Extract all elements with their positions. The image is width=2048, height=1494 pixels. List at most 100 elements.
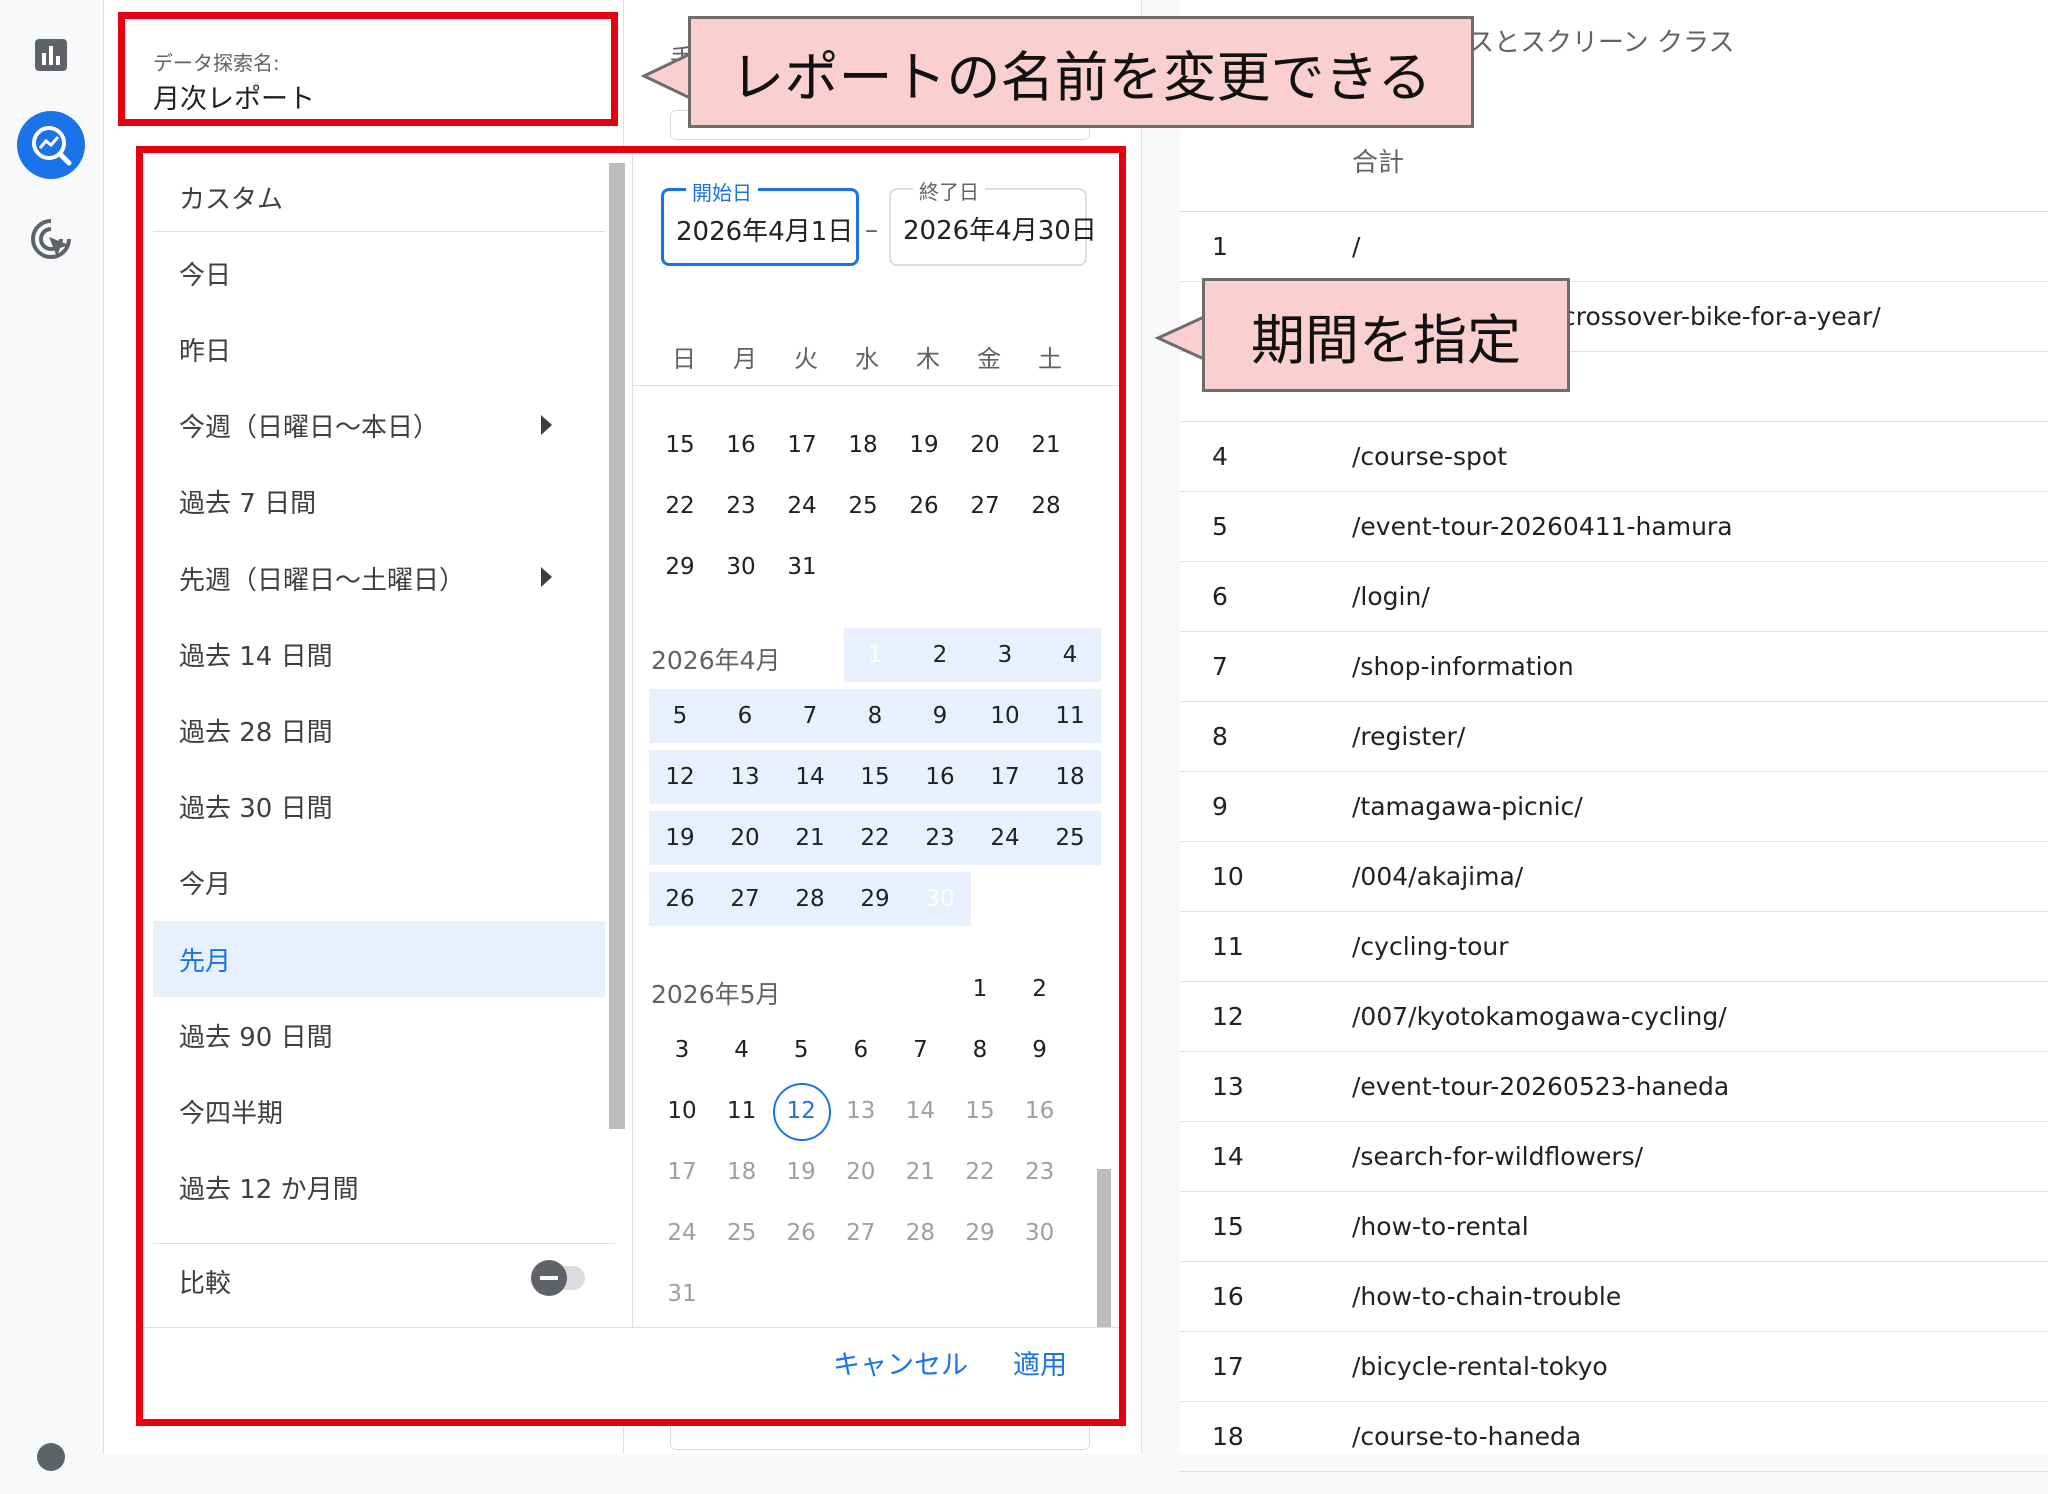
calendar-day[interactable]: 12	[772, 1083, 832, 1141]
calendar-day[interactable]: 28	[1017, 478, 1075, 534]
calendar-day[interactable]: 16	[712, 417, 770, 473]
table-row[interactable]: 17/bicycle-rental-tokyo	[1180, 1332, 2048, 1402]
calendar-day[interactable]: 24	[976, 810, 1034, 866]
preset-item[interactable]: 今月	[153, 845, 605, 921]
preset-item[interactable]: 先月	[153, 921, 605, 997]
calendar-day[interactable]: 25	[1041, 810, 1099, 866]
calendar-day[interactable]: 6	[832, 1022, 890, 1078]
table-row[interactable]: 12/007/kyotokamogawa-cycling/	[1180, 982, 2048, 1052]
calendar-day[interactable]: 27	[956, 478, 1014, 534]
calendar-day[interactable]: 12	[651, 749, 709, 805]
preset-item[interactable]: 今日	[153, 235, 605, 311]
preset-item[interactable]: 今四半期	[153, 1073, 605, 1149]
explore-icon[interactable]	[14, 108, 88, 182]
calendar-day[interactable]: 16	[911, 749, 969, 805]
table-row[interactable]: 15/how-to-rental	[1180, 1192, 2048, 1262]
calendar-day[interactable]: 4	[713, 1022, 771, 1078]
table-row[interactable]: 13/event-tour-20260523-haneda	[1180, 1052, 2048, 1122]
calendar-day[interactable]: 9	[1011, 1022, 1069, 1078]
calendar-day[interactable]: 26	[895, 478, 953, 534]
calendar-day[interactable]: 15	[846, 749, 904, 805]
calendar-day[interactable]: 29	[846, 871, 904, 927]
calendar-day[interactable]: 2	[911, 627, 969, 683]
table-row[interactable]: 6/login/	[1180, 562, 2048, 632]
calendar-day[interactable]: 25	[834, 478, 892, 534]
calendar-day[interactable]: 17	[976, 749, 1034, 805]
calendar-day[interactable]: 23	[712, 478, 770, 534]
calendar-day[interactable]: 7	[891, 1022, 949, 1078]
calendar-day[interactable]: 5	[651, 688, 709, 744]
calendar-day[interactable]: 27	[716, 871, 774, 927]
preset-item[interactable]: 過去 90 日間	[153, 997, 605, 1073]
preset-item[interactable]: 先週（日曜日〜土曜日）	[153, 540, 605, 616]
table-row[interactable]: 11/cycling-tour	[1180, 912, 2048, 982]
calendar-day[interactable]: 17	[773, 417, 831, 473]
table-row[interactable]: 16/how-to-chain-trouble	[1180, 1262, 2048, 1332]
calendar-scrollbar[interactable]	[1097, 1169, 1111, 1327]
calendar-day[interactable]: 31	[773, 539, 831, 595]
calendar-day[interactable]: 22	[651, 478, 709, 534]
calendar-day[interactable]: 5	[772, 1022, 830, 1078]
calendar-day[interactable]: 2	[1011, 961, 1069, 1017]
calendar-day[interactable]: 28	[781, 871, 839, 927]
table-row[interactable]: 18/course-to-haneda	[1180, 1402, 2048, 1472]
calendar-day[interactable]: 8	[951, 1022, 1009, 1078]
calendar-day[interactable]: 10	[976, 688, 1034, 744]
preset-item[interactable]: 過去 28 日間	[153, 692, 605, 768]
preset-item[interactable]: 昨日	[153, 311, 605, 387]
table-row[interactable]: 14/search-for-wildflowers/	[1180, 1122, 2048, 1192]
calendar-day[interactable]: 4	[1041, 627, 1099, 683]
calendar-day[interactable]: 30	[712, 539, 770, 595]
calendar-day[interactable]: 14	[781, 749, 839, 805]
calendar-day[interactable]: 6	[716, 688, 774, 744]
calendar-day[interactable]: 30	[911, 870, 969, 928]
calendar-day[interactable]: 15	[651, 417, 709, 473]
calendar-day[interactable]: 7	[781, 688, 839, 744]
preset-item[interactable]: 過去 30 日間	[153, 769, 605, 845]
calendar-day[interactable]: 10	[653, 1083, 711, 1139]
table-row[interactable]: 5/event-tour-20260411-hamura	[1180, 492, 2048, 562]
apply-button[interactable]: 適用	[1013, 1343, 1067, 1382]
calendar-day[interactable]: 20	[956, 417, 1014, 473]
cancel-button[interactable]: キャンセル	[833, 1343, 968, 1382]
table-row[interactable]: 8/register/	[1180, 702, 2048, 772]
calendar-day[interactable]: 8	[846, 688, 904, 744]
table-row[interactable]: 7/shop-information	[1180, 632, 2048, 702]
bar-chart-icon[interactable]	[14, 18, 88, 92]
calendar-day[interactable]: 23	[911, 810, 969, 866]
table-row[interactable]: 1 /	[1180, 212, 2048, 282]
calendar-day[interactable]: 13	[716, 749, 774, 805]
calendar-day[interactable]: 21	[781, 810, 839, 866]
calendar-day[interactable]: 11	[713, 1083, 771, 1139]
exploration-name-value[interactable]: 月次レポート	[153, 77, 315, 116]
preset-item[interactable]: 過去 14 日間	[153, 616, 605, 692]
calendar-day[interactable]: 20	[716, 810, 774, 866]
calendar-day[interactable]: 1	[951, 961, 1009, 1017]
calendar-day[interactable]: 29	[651, 539, 709, 595]
preset-item[interactable]: カスタム	[153, 159, 605, 235]
calendar-day[interactable]: 21	[1017, 417, 1075, 473]
table-row[interactable]: 9/tamagawa-picnic/	[1180, 772, 2048, 842]
calendar-day[interactable]: 18	[834, 417, 892, 473]
calendar-day[interactable]: 3	[653, 1022, 711, 1078]
exploration-name-field[interactable]: データ探索名: 月次レポート	[118, 12, 618, 126]
gear-icon[interactable]	[14, 1420, 88, 1494]
advertising-icon[interactable]	[14, 202, 88, 276]
calendar-day[interactable]: 18	[1041, 749, 1099, 805]
table-row[interactable]: 4/course-spot	[1180, 422, 2048, 492]
table-row[interactable]: 10/004/akajima/	[1180, 842, 2048, 912]
compare-toggle[interactable]	[531, 1260, 585, 1296]
preset-item[interactable]: 今週（日曜日〜本日）	[153, 388, 605, 464]
preset-scrollbar[interactable]	[609, 163, 625, 1129]
calendar-day[interactable]: 24	[773, 478, 831, 534]
calendar-day[interactable]: 1	[846, 626, 904, 684]
calendar-day[interactable]: 11	[1041, 688, 1099, 744]
calendar-day[interactable]: 9	[911, 688, 969, 744]
preset-item[interactable]: 過去 12 か月間	[153, 1150, 605, 1226]
calendar-day[interactable]: 22	[846, 810, 904, 866]
calendar-day[interactable]: 26	[651, 871, 709, 927]
calendar-day[interactable]: 19	[895, 417, 953, 473]
preset-item[interactable]: 過去 7 日間	[153, 464, 605, 540]
calendar-day[interactable]: 19	[651, 810, 709, 866]
calendar-day[interactable]: 3	[976, 627, 1034, 683]
